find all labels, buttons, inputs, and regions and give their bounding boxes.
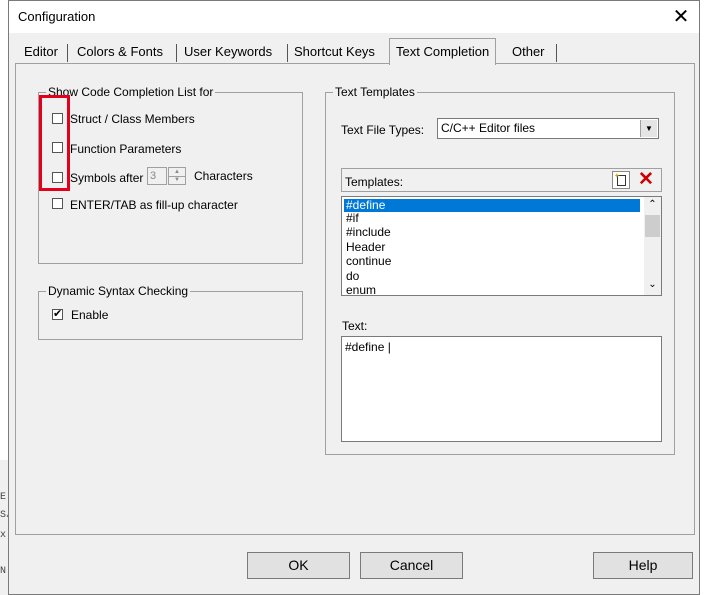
templates-scrollbar[interactable]: ⌃ ⌄ bbox=[644, 197, 661, 295]
code-completion-group-title: Show Code Completion List for bbox=[46, 85, 216, 99]
scrollbar-thumb[interactable] bbox=[645, 215, 660, 237]
chevron-down-icon[interactable]: ▼ bbox=[640, 120, 657, 137]
template-item-enum[interactable]: enum bbox=[344, 284, 640, 296]
template-text-area[interactable]: #define | bbox=[341, 336, 662, 442]
struct-members-label: Struct / Class Members bbox=[70, 112, 195, 126]
ok-button[interactable]: OK bbox=[247, 552, 350, 579]
background-editor-strip: E: S/ x: N bbox=[0, 460, 12, 595]
file-types-value: C/C++ Editor files bbox=[441, 121, 536, 135]
file-types-select[interactable]: C/C++ Editor files ▼ bbox=[437, 118, 659, 139]
tab-separator bbox=[67, 44, 68, 62]
enable-syntax-checkbox[interactable]: ✔ bbox=[52, 309, 63, 320]
characters-label: Characters bbox=[194, 169, 253, 183]
text-label: Text: bbox=[342, 319, 368, 333]
new-template-button[interactable]: ✦ bbox=[612, 171, 630, 189]
enter-tab-label: ENTER/TAB as fill-up character bbox=[70, 198, 238, 212]
template-item-include[interactable]: #include bbox=[344, 226, 640, 239]
close-button[interactable]: ✕ bbox=[664, 4, 698, 30]
tab-text-completion[interactable]: Text Completion bbox=[389, 38, 497, 65]
symbols-count-spinner[interactable]: ▲ ▼ bbox=[168, 167, 186, 185]
tab-separator bbox=[556, 44, 557, 62]
symbols-count-input[interactable]: 3 bbox=[147, 167, 167, 185]
cancel-button[interactable]: Cancel bbox=[360, 552, 463, 579]
delete-template-button[interactable]: ✕ bbox=[635, 170, 657, 190]
templates-label: Templates: bbox=[345, 175, 404, 189]
template-item-do[interactable]: do bbox=[344, 270, 640, 283]
tab-user-keywords[interactable]: User Keywords bbox=[178, 41, 278, 63]
help-button[interactable]: Help bbox=[593, 552, 693, 579]
template-item-define[interactable]: #define bbox=[344, 199, 640, 212]
delete-icon: ✕ bbox=[638, 169, 654, 190]
highlight-box bbox=[39, 95, 70, 191]
dialog-title: Configuration bbox=[18, 9, 96, 24]
template-item-if[interactable]: #if bbox=[344, 212, 640, 225]
file-types-label: Text File Types: bbox=[341, 123, 425, 137]
text-templates-group-title: Text Templates bbox=[333, 85, 417, 99]
title-bar bbox=[9, 1, 699, 33]
template-item-header[interactable]: Header bbox=[344, 241, 640, 254]
spin-down-icon[interactable]: ▼ bbox=[169, 176, 185, 184]
tab-other[interactable]: Other bbox=[506, 41, 551, 63]
chevron-up-icon[interactable]: ⌃ bbox=[644, 199, 661, 210]
syntax-checking-group-title: Dynamic Syntax Checking bbox=[46, 284, 191, 298]
tab-editor[interactable]: Editor bbox=[18, 41, 64, 63]
close-icon: ✕ bbox=[672, 6, 690, 28]
enable-syntax-label: Enable bbox=[71, 308, 109, 322]
background-glyph: N bbox=[0, 566, 7, 577]
sparkle-icon: ✦ bbox=[614, 173, 620, 180]
function-params-label: Function Parameters bbox=[70, 142, 182, 156]
tab-shortcut-keys[interactable]: Shortcut Keys bbox=[288, 41, 381, 63]
templates-list[interactable]: #define #if #include Header continue do … bbox=[341, 196, 662, 296]
chevron-down-icon[interactable]: ⌄ bbox=[644, 279, 661, 290]
tab-separator bbox=[176, 44, 177, 62]
enter-tab-checkbox[interactable] bbox=[52, 198, 63, 209]
background-right bbox=[700, 0, 710, 595]
tab-colors-fonts[interactable]: Colors & Fonts bbox=[71, 41, 169, 63]
symbols-after-label: Symbols after bbox=[70, 171, 144, 185]
template-item-continue[interactable]: continue bbox=[344, 255, 640, 268]
check-mark-icon: ✔ bbox=[53, 308, 63, 320]
